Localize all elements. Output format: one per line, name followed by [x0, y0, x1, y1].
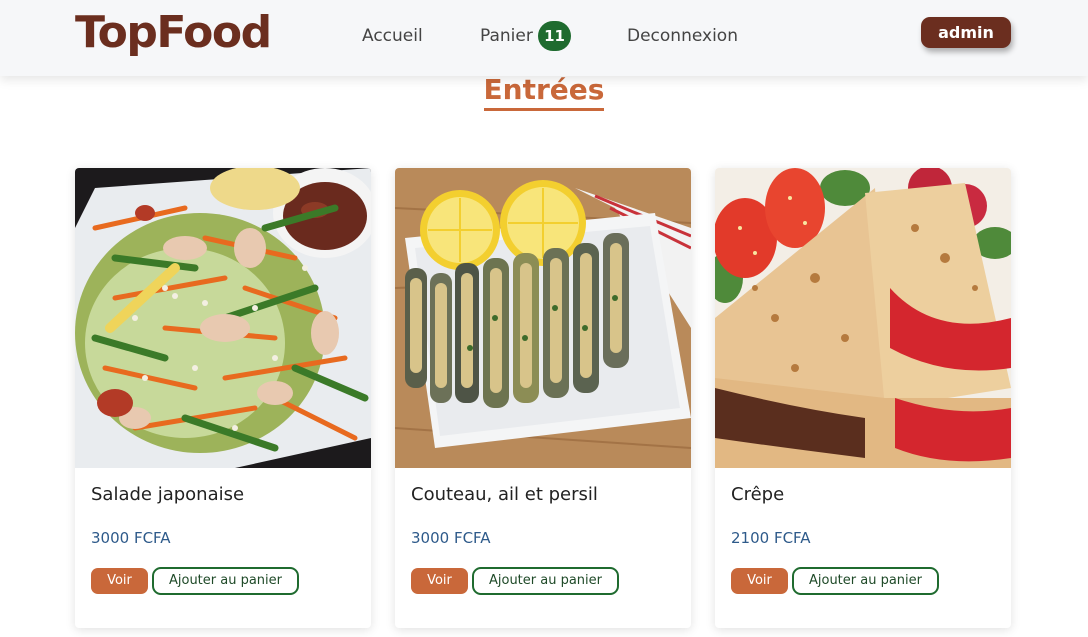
nav-link-panier[interactable]: Panier: [480, 24, 533, 48]
crepe-photo[interactable]: [715, 168, 1011, 468]
view-button[interactable]: Voir: [411, 568, 468, 594]
razor-clams-photo[interactable]: [395, 168, 691, 468]
view-button[interactable]: Voir: [91, 568, 148, 594]
add-to-cart-button[interactable]: Ajouter au panier: [472, 567, 619, 595]
admin-user-button[interactable]: admin: [921, 17, 1011, 48]
nav-link-accueil[interactable]: Accueil: [362, 24, 423, 48]
product-price: 3000 FCFA: [411, 529, 491, 547]
product-name: Couteau, ail et persil: [411, 484, 598, 505]
product-card: Couteau, ail et persil 3000 FCFA Voir Aj…: [395, 168, 691, 628]
add-to-cart-button[interactable]: Ajouter au panier: [152, 567, 299, 595]
nav-link-deconnexion[interactable]: Deconnexion: [627, 24, 738, 48]
site-logo[interactable]: TopFood: [75, 3, 272, 63]
product-card: Crêpe 2100 FCFA Voir Ajouter au panier: [715, 168, 1011, 628]
cart-count-badge[interactable]: 11: [538, 21, 571, 51]
navbar: TopFood Accueil Panier 11 Deconnexion ad…: [0, 0, 1088, 76]
section-heading: Entrées: [0, 72, 1088, 111]
product-name: Crêpe: [731, 484, 785, 505]
product-price: 3000 FCFA: [91, 529, 171, 547]
salad-photo[interactable]: [75, 168, 371, 468]
view-button[interactable]: Voir: [731, 568, 788, 594]
product-name: Salade japonaise: [91, 484, 245, 505]
product-price: 2100 FCFA: [731, 529, 811, 547]
product-card: Salade japonaise 3000 FCFA Voir Ajouter …: [75, 168, 371, 628]
section-title: Entrées: [483, 72, 605, 111]
add-to-cart-button[interactable]: Ajouter au panier: [792, 567, 939, 595]
